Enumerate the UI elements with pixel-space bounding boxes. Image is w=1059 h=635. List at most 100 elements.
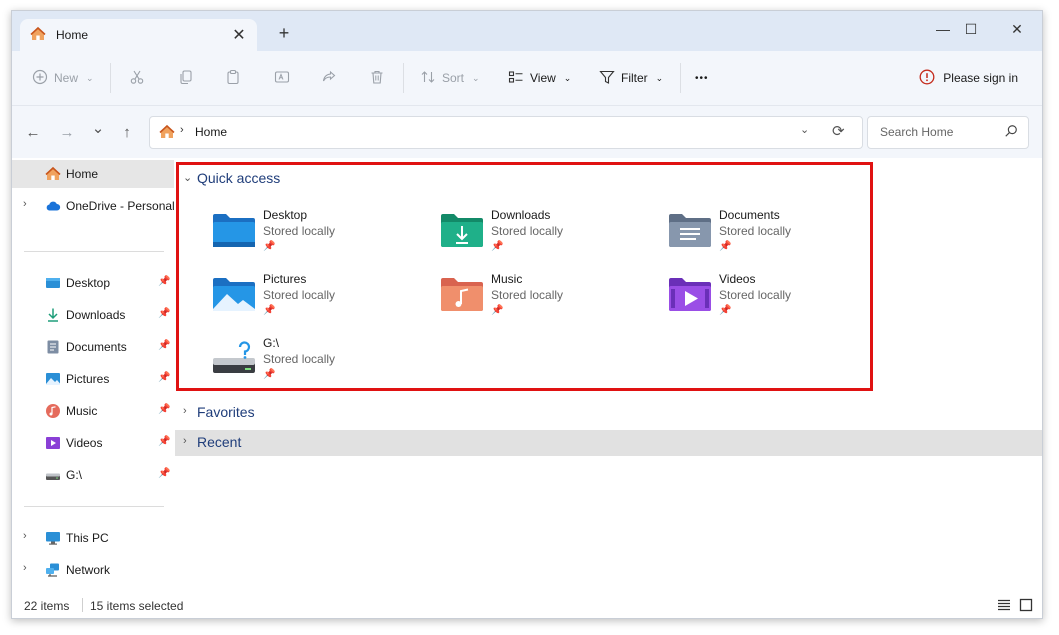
search-input[interactable] [878, 124, 997, 140]
pictures-icon [45, 371, 61, 387]
sidebar-item-desktop[interactable]: Desktop 📌 [12, 269, 174, 297]
share-icon [321, 69, 337, 88]
sort-icon [420, 69, 436, 88]
tiles-view-icon[interactable] [1019, 598, 1033, 615]
new-tab-button[interactable]: + [274, 23, 294, 43]
pin-icon[interactable]: 📌 [158, 340, 170, 351]
copy-button[interactable] [178, 65, 194, 91]
chevron-right-icon[interactable]: › [23, 198, 27, 210]
pin-icon: 📌 [491, 241, 504, 252]
chevron-right-icon: › [183, 405, 187, 417]
music-folder-icon [440, 276, 484, 312]
quick-access-header[interactable]: ⌄ Quick access [175, 166, 1042, 192]
pin-icon[interactable]: 📌 [158, 372, 170, 383]
address-bar[interactable]: › Home ⌄ ⟳ [149, 116, 863, 149]
favorites-header[interactable]: › Favorites [175, 400, 1042, 426]
tile-name: G:\ [263, 336, 280, 350]
view-button[interactable]: View ⌄ [508, 65, 571, 91]
item-count: 22 items [24, 599, 70, 613]
forward-button[interactable]: → [55, 120, 79, 144]
paste-button[interactable] [225, 65, 241, 91]
quick-access-drive-g[interactable]: G:\ Stored locally 📌 [212, 334, 432, 390]
home-icon [45, 166, 61, 182]
rename-icon [274, 69, 290, 88]
chevron-down-icon[interactable]: ⌄ [800, 123, 809, 136]
pin-icon[interactable]: 📌 [158, 404, 170, 415]
sidebar-item-music[interactable]: Music 📌 [12, 397, 174, 425]
quick-access-music[interactable]: Music Stored locally 📌 [440, 270, 660, 326]
search-icon[interactable] [1004, 124, 1018, 141]
view-list-icon [508, 69, 524, 88]
tile-name: Documents [719, 208, 780, 222]
filter-button[interactable]: Filter ⌄ [599, 65, 663, 91]
back-button[interactable]: ← [21, 120, 45, 144]
pin-icon[interactable]: 📌 [158, 308, 170, 319]
new-button[interactable]: New ⌄ [32, 65, 94, 91]
quick-access-desktop[interactable]: Desktop Stored locally 📌 [212, 206, 432, 262]
up-button[interactable]: ↑ [115, 120, 139, 144]
refresh-icon[interactable]: ⟳ [832, 122, 845, 140]
videos-folder-icon [668, 276, 712, 312]
navigation-row: ← → ⌄ ↑ › Home ⌄ ⟳ [12, 106, 1042, 158]
sidebar-item-home[interactable]: Home [12, 160, 174, 188]
tile-name: Downloads [491, 208, 551, 222]
quick-access-documents[interactable]: Documents Stored locally 📌 [668, 206, 888, 262]
sidebar-item-documents[interactable]: Documents 📌 [12, 333, 174, 361]
network-icon [45, 562, 61, 578]
sort-button[interactable]: Sort ⌄ [420, 65, 480, 91]
content-pane: ⌄ Quick access Desktop Stored locally 📌 … [175, 158, 1042, 588]
sidebar-item-label: Videos [66, 436, 103, 450]
cut-button[interactable] [129, 65, 145, 91]
sort-label: Sort [442, 71, 465, 85]
sidebar-item-label: G:\ [66, 468, 83, 482]
pin-icon: 📌 [719, 305, 732, 316]
desktop-folder-icon [212, 212, 256, 248]
rename-button[interactable] [274, 65, 290, 91]
sidebar-item-this-pc[interactable]: › This PC [12, 524, 174, 552]
sidebar-item-drive-g[interactable]: G:\ 📌 [12, 461, 174, 489]
sign-in-label: Please sign in [943, 71, 1018, 85]
details-view-icon[interactable] [997, 598, 1011, 615]
quick-access-downloads[interactable]: Downloads Stored locally 📌 [440, 206, 660, 262]
pin-icon[interactable]: 📌 [158, 436, 170, 447]
recent-header[interactable]: › Recent [175, 430, 1042, 456]
recent-locations-button[interactable]: ⌄ [86, 116, 110, 140]
sidebar-item-label: Music [66, 404, 98, 418]
delete-button[interactable] [369, 65, 385, 91]
scissors-icon [129, 69, 145, 88]
music-icon [45, 403, 61, 419]
command-bar: New ⌄ Sort ⌄ View ⌄ Filter ⌄ ••• Please … [12, 51, 1042, 106]
maximize-button[interactable]: ☐ [953, 17, 989, 41]
sidebar-item-network[interactable]: › Network [12, 556, 174, 584]
sidebar-item-label: OneDrive - Personal [66, 199, 175, 213]
videos-icon [45, 435, 61, 451]
tab-close-button[interactable]: ✕ [229, 25, 249, 45]
sidebar-item-videos[interactable]: Videos 📌 [12, 429, 174, 457]
sidebar-item-pictures[interactable]: Pictures 📌 [12, 365, 174, 393]
quick-access-pictures[interactable]: Pictures Stored locally 📌 [212, 270, 432, 326]
sidebar-item-onedrive[interactable]: › OneDrive - Personal [12, 192, 175, 220]
breadcrumb-home[interactable]: Home [195, 125, 227, 139]
navigation-pane: Home › OneDrive - Personal Desktop 📌 Dow… [12, 158, 175, 588]
section-title: Recent [197, 434, 242, 450]
documents-icon [45, 339, 61, 355]
tab-home[interactable]: Home ✕ [20, 19, 257, 51]
chevron-right-icon: › [183, 435, 187, 447]
toolbar-divider [680, 63, 681, 93]
tile-status: Stored locally [263, 352, 336, 366]
desktop-icon [45, 275, 61, 291]
sidebar-item-downloads[interactable]: Downloads 📌 [12, 301, 174, 329]
trash-icon [369, 69, 385, 88]
pin-icon[interactable]: 📌 [158, 468, 170, 479]
pin-icon[interactable]: 📌 [158, 276, 170, 287]
new-label: New [54, 71, 79, 85]
quick-access-videos[interactable]: Videos Stored locally 📌 [668, 270, 888, 326]
sign-in-button[interactable]: Please sign in [919, 65, 1018, 91]
chevron-right-icon[interactable]: › [23, 530, 27, 542]
close-window-button[interactable]: ✕ [999, 17, 1035, 41]
more-options-button[interactable]: ••• [695, 65, 709, 91]
chevron-right-icon[interactable]: › [23, 562, 27, 574]
search-box[interactable] [867, 116, 1029, 149]
share-button[interactable] [321, 65, 337, 91]
tile-status: Stored locally [263, 224, 336, 238]
